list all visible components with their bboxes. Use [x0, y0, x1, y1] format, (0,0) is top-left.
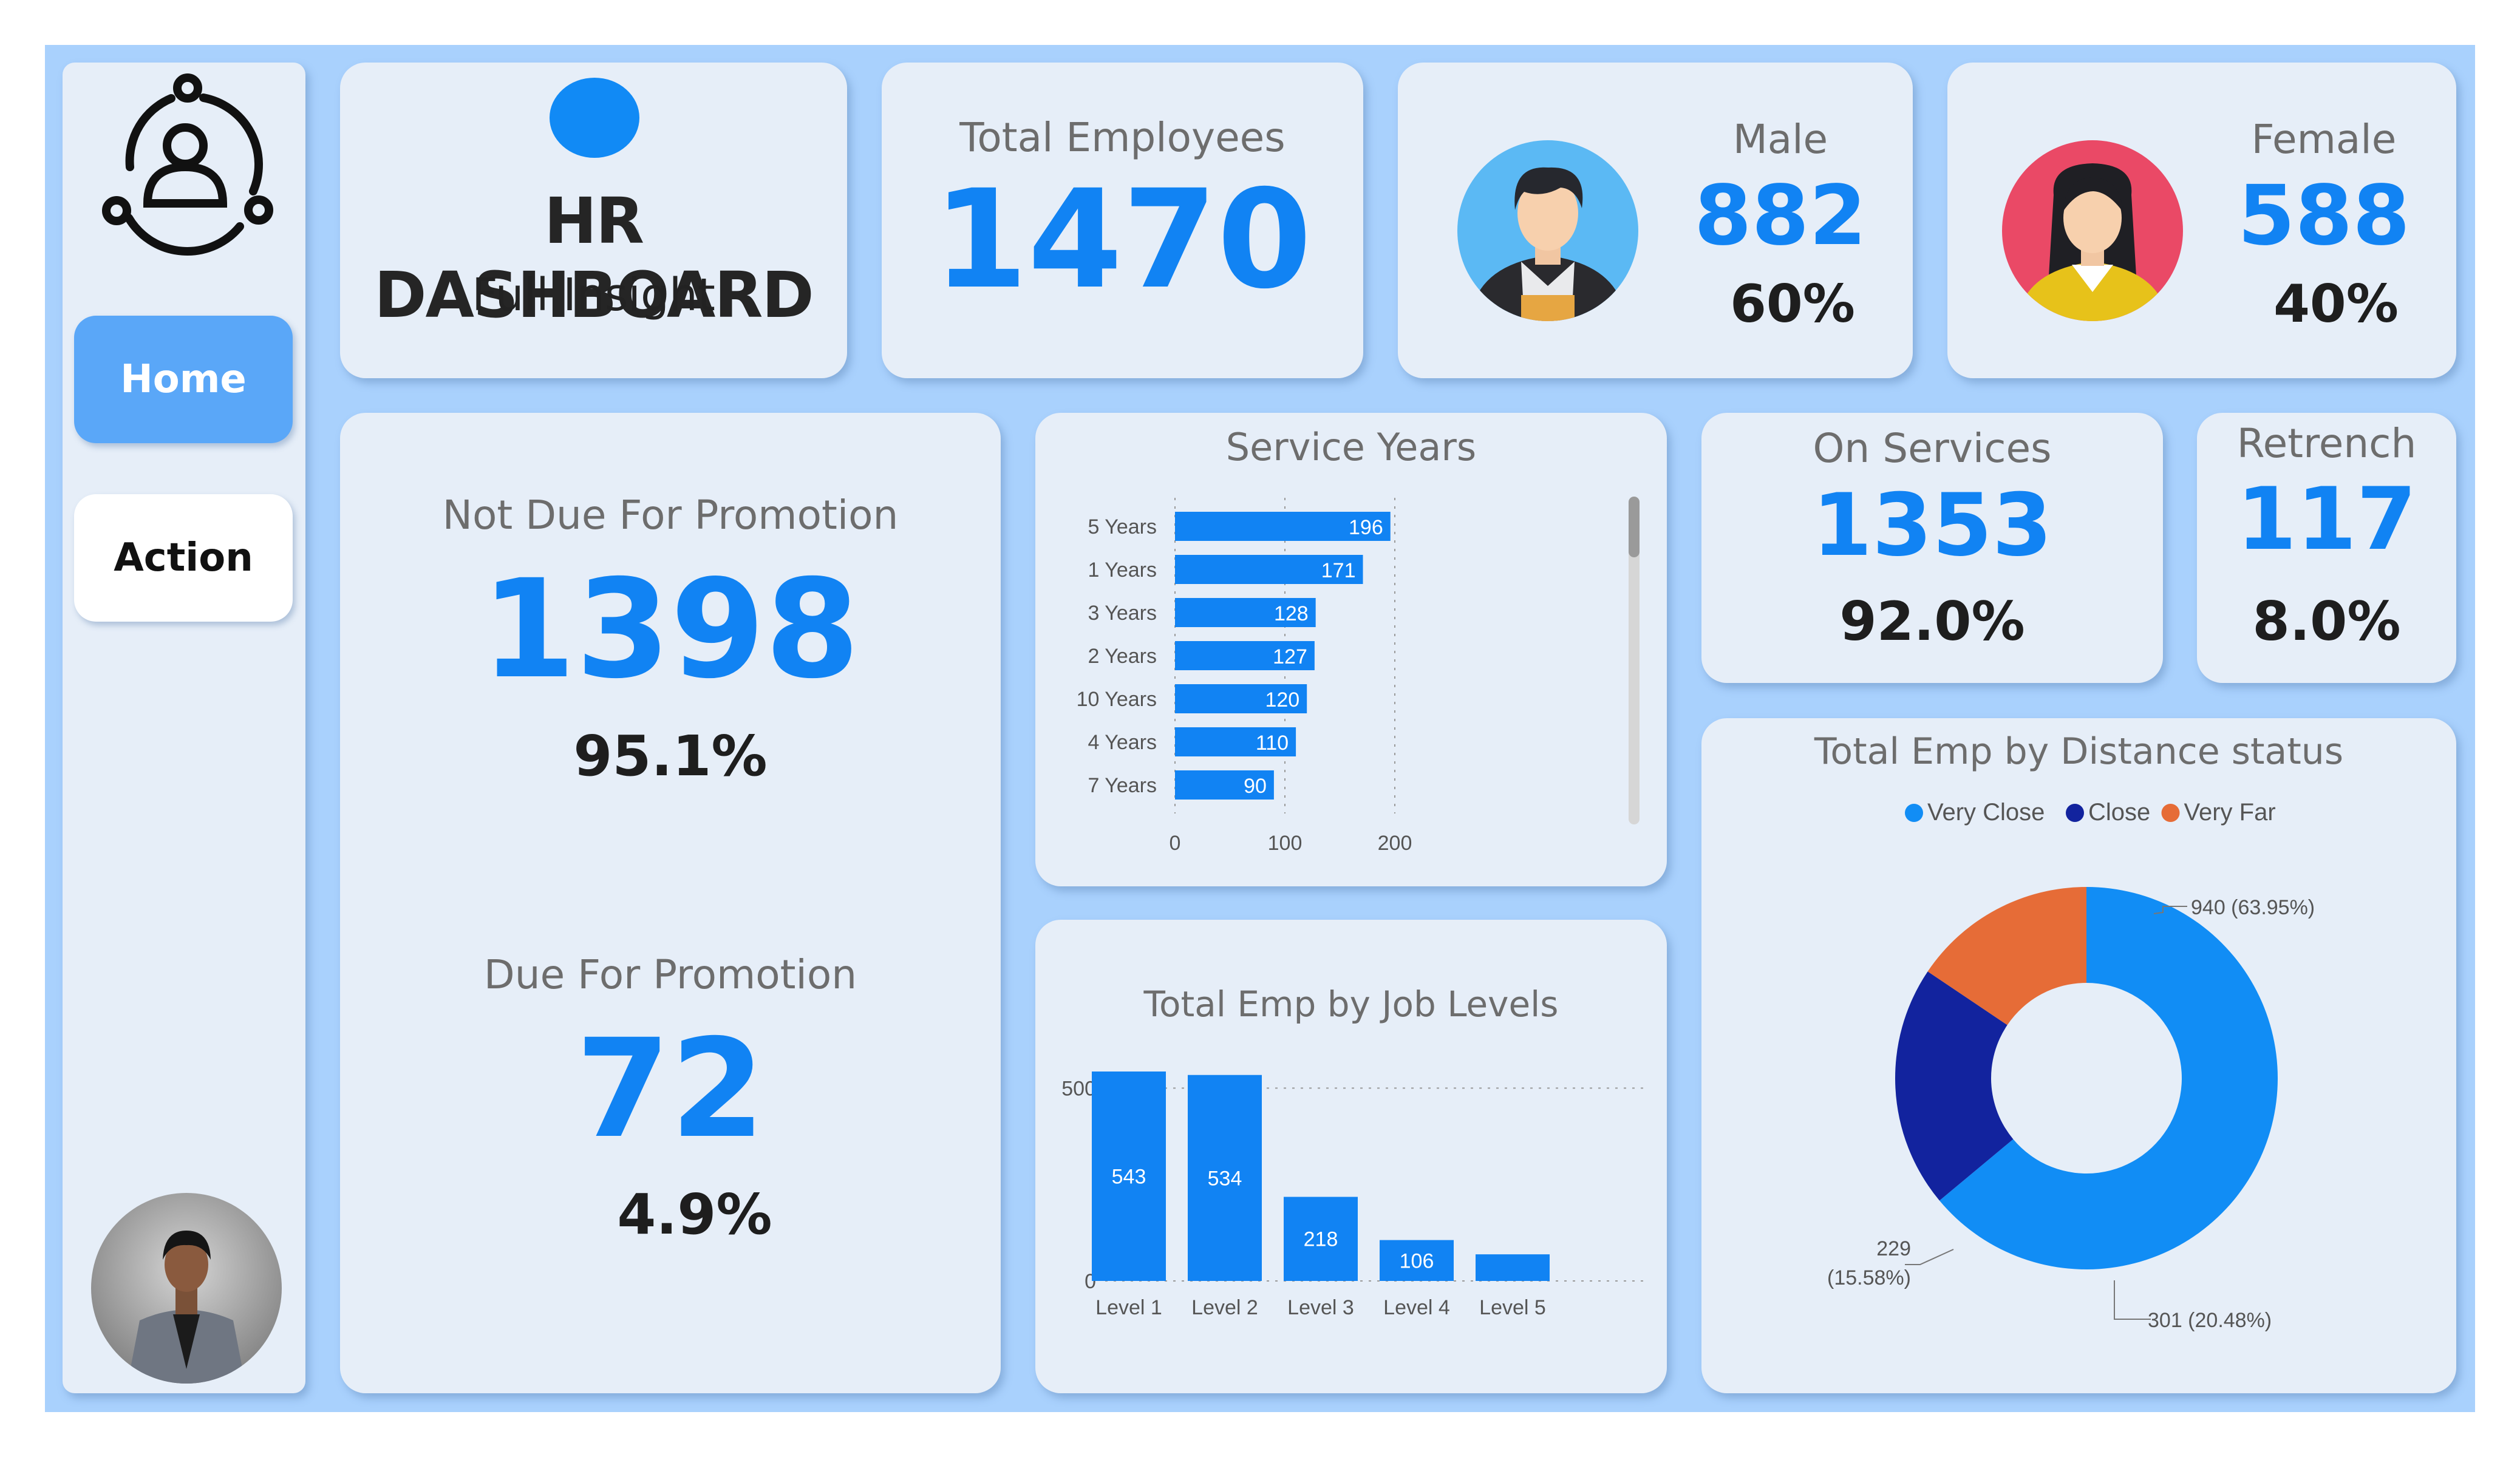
page-subtitle: Full Insight	[472, 269, 715, 321]
female-percent: 40%	[2273, 274, 2399, 335]
due-title: Due For Promotion	[483, 951, 857, 998]
legend-marker	[2161, 804, 2180, 822]
data-label: 543	[1112, 1166, 1146, 1189]
data-label: 218	[1304, 1228, 1338, 1251]
x-tick-label: Level 5	[1479, 1296, 1546, 1319]
y-tick-label: 7 Years	[1088, 774, 1157, 797]
header-card: HR DASHBOARD Full Insight	[340, 63, 847, 378]
service-years-card: Service Years 0 100 200 5 Years 196 1 Years 17…	[1035, 413, 1667, 886]
y-tick-label: 2 Years	[1088, 645, 1157, 668]
male-percent: 60%	[1730, 274, 1855, 335]
promotion-card: Not Due For Promotion 1398 95.1% Due For…	[340, 413, 1001, 1393]
retrench-card: Retrench 117 8.0%	[2197, 413, 2456, 683]
y-tick-label: 1 Years	[1088, 559, 1157, 582]
male-value: 882	[1694, 168, 1867, 264]
x-tick-label: 200	[1378, 832, 1412, 855]
x-tick-label: 100	[1268, 832, 1303, 855]
total-employees-value: 1470	[933, 160, 1312, 319]
data-label: 534	[1208, 1167, 1242, 1190]
service-years-chart: 0 100 200 5 Years 196 1 Years 171 3 Years 128 2 Y…	[1077, 497, 1640, 855]
leader-line	[2114, 1280, 2151, 1320]
data-label: 196	[1349, 516, 1383, 539]
male-title: Male	[1732, 116, 1828, 163]
y-tick-label: 4 Years	[1088, 731, 1157, 754]
people-network-icon	[102, 73, 273, 256]
action-button[interactable]: Action	[74, 494, 293, 622]
distance-chart: Very Close Close Very Far 940 (63.95%) 301 (…	[1827, 799, 2315, 1332]
x-tick-label: Level 1	[1095, 1296, 1162, 1319]
legend: Very Close Close Very Far	[1905, 799, 2276, 826]
male-avatar-icon	[1457, 140, 1638, 321]
data-label: 171	[1321, 559, 1356, 582]
data-label: 120	[1265, 688, 1299, 712]
y-tick-label: 10 Years	[1077, 688, 1157, 711]
scrollbar-thumb[interactable]	[1629, 497, 1640, 557]
avatar[interactable]	[91, 1193, 282, 1384]
data-label: 110	[1256, 732, 1289, 755]
female-avatar-icon	[2002, 140, 2183, 321]
retrench-value: 117	[2236, 469, 2417, 569]
on-services-title: On Services	[1813, 425, 2052, 472]
data-label: 940 (63.95%)	[2191, 896, 2315, 919]
total-employees-title: Total Employees	[959, 114, 1286, 161]
on-services-card: On Services 1353 92.0%	[1701, 413, 2163, 683]
action-button-label: Action	[114, 535, 253, 580]
retrench-percent: 8.0%	[2252, 590, 2401, 653]
legend-label: Very Close	[1927, 799, 2045, 826]
home-button[interactable]: Home	[74, 316, 293, 443]
x-tick-label: Level 4	[1383, 1296, 1450, 1319]
female-value: 588	[2238, 168, 2410, 264]
leader-line	[1905, 1249, 1954, 1265]
female-card: Female 588 40%	[1947, 63, 2456, 378]
not-due-value: 1398	[481, 550, 860, 708]
due-percent: 4.9%	[617, 1182, 772, 1247]
on-services-percent: 92.0%	[1839, 590, 2025, 653]
on-services-value: 1353	[1812, 475, 2052, 576]
legend-marker	[2066, 804, 2084, 822]
job-levels-chart: 0500Level 1543Level 2534Level 3218Level …	[1061, 1072, 1649, 1319]
y-tick-label: 5 Years	[1088, 515, 1157, 538]
data-label: 106	[1400, 1249, 1434, 1272]
total-employees-card: Total Employees 1470	[882, 63, 1363, 378]
data-label: 301 (20.48%)	[2148, 1309, 2272, 1332]
data-label: 128	[1274, 602, 1309, 625]
y-tick-label: 500	[1061, 1077, 1096, 1100]
x-tick-label: 0	[1170, 832, 1181, 855]
y-tick-label: 3 Years	[1088, 602, 1157, 625]
home-button-label: Home	[120, 357, 247, 402]
male-card: Male 882 60%	[1398, 63, 1913, 378]
data-label: 229	[1876, 1237, 1911, 1260]
legend-label: Very Far	[2184, 799, 2276, 826]
not-due-percent: 95.1%	[573, 724, 768, 789]
x-tick-label: Level 3	[1287, 1296, 1354, 1319]
due-value: 72	[576, 1010, 765, 1168]
data-label: (15.58%)	[1827, 1266, 1911, 1289]
x-tick-label: Level 2	[1191, 1296, 1258, 1319]
not-due-title: Not Due For Promotion	[442, 492, 899, 538]
retrench-title: Retrench	[2236, 420, 2417, 467]
data-label: 127	[1273, 645, 1307, 668]
female-title: Female	[2251, 116, 2397, 163]
legend-marker	[1905, 804, 1923, 822]
bar	[1476, 1254, 1550, 1281]
job-levels-card: Total Emp by Job Levels 0 500 Level 1 543 Le…	[1035, 920, 1667, 1393]
legend-label: Close	[2088, 799, 2150, 826]
data-label: 90	[1244, 775, 1267, 798]
logo-dot-icon	[550, 78, 639, 158]
distance-card: Total Emp by Distance status Very Close C…	[1701, 718, 2456, 1393]
